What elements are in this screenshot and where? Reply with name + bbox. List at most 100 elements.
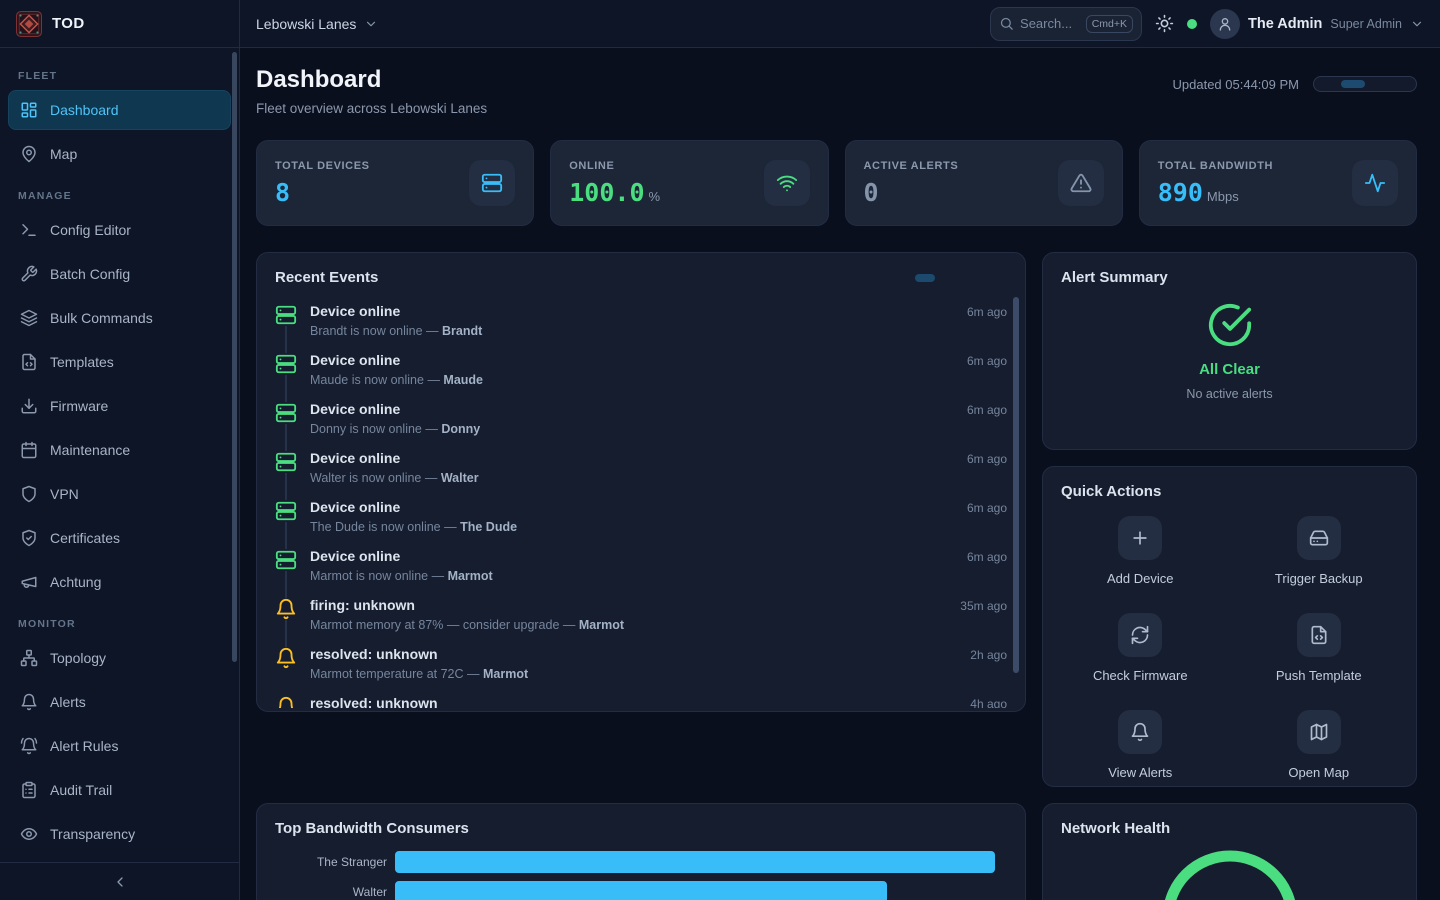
panel-title: Network Health	[1061, 820, 1398, 837]
page-header: Dashboard Fleet overview across Lebowski…	[256, 66, 1417, 116]
quick-action[interactable]: Push Template	[1276, 613, 1362, 683]
bell-icon	[275, 598, 297, 620]
sidebar-item-label: VPN	[50, 486, 79, 502]
quick-action[interactable]: Check Firmware	[1093, 613, 1188, 683]
file-code-icon	[20, 353, 38, 371]
events-tabs	[915, 274, 1007, 282]
sidebar-item[interactable]: Templates	[8, 342, 231, 382]
event-title: Device online	[310, 499, 517, 515]
quick-action-label: Open Map	[1288, 765, 1349, 780]
check-circle-icon	[1207, 302, 1253, 348]
event-row[interactable]: resolved: unknown — 4h ago	[275, 688, 1007, 708]
sidebar-item[interactable]: Alerts	[8, 682, 231, 722]
quick-action[interactable]: Trigger Backup	[1275, 516, 1363, 586]
event-row[interactable]: Device online Maude is now online — Maud…	[275, 345, 1007, 394]
event-row[interactable]: firing: unknown Marmot memory at 87% — c…	[275, 590, 1007, 639]
sidebar-item[interactable]: Transparency	[8, 814, 231, 854]
event-time: 35m ago	[960, 597, 1007, 613]
alert-triangle-icon	[1058, 160, 1104, 206]
sidebar-collapse-button[interactable]	[0, 862, 239, 900]
clipboard-icon	[20, 781, 38, 799]
sidebar-item-label: Maintenance	[50, 442, 130, 458]
stat-card: TOTAL BANDWIDTH 890 Mbps	[1139, 140, 1417, 226]
sidebar-item[interactable]: Certificates	[8, 518, 231, 558]
sidebar-section-label: FLEET	[18, 70, 221, 82]
refresh-option[interactable]	[1389, 80, 1413, 88]
brand-name: TOD	[52, 15, 85, 32]
event-device: Marmot	[483, 667, 528, 681]
sidebar-item[interactable]: Config Editor	[8, 210, 231, 250]
refresh-option[interactable]	[1365, 80, 1389, 88]
map-icon	[1297, 710, 1341, 754]
event-time: 2h ago	[970, 646, 1007, 662]
quick-action-label: Trigger Backup	[1275, 571, 1363, 586]
fleet-selector[interactable]: Lebowski Lanes	[256, 16, 378, 32]
events-tab[interactable]	[939, 274, 959, 282]
event-title: firing: unknown	[310, 597, 624, 613]
event-row[interactable]: Device online Brandt is now online — Bra…	[275, 296, 1007, 345]
refresh-option[interactable]	[1317, 80, 1341, 88]
user-menu[interactable]: The Admin Super Admin	[1210, 9, 1424, 39]
hard-drive-icon	[1297, 516, 1341, 560]
bandwidth-category-label: The Stranger	[275, 855, 387, 869]
megaphone-icon	[20, 573, 38, 591]
bandwidth-bar-track	[395, 881, 1007, 900]
shield-check-icon	[20, 529, 38, 547]
event-row[interactable]: Device online The Dude is now online — T…	[275, 492, 1007, 541]
server-icon	[275, 353, 297, 375]
quick-action[interactable]: Open Map	[1288, 710, 1349, 780]
sidebar-item-label: Bulk Commands	[50, 310, 153, 326]
events-scrollbar[interactable]	[1013, 297, 1019, 673]
bandwidth-bar	[395, 881, 887, 900]
network-icon	[20, 649, 38, 667]
refresh-option[interactable]	[1341, 80, 1365, 88]
shield-icon	[20, 485, 38, 503]
panel-title: Quick Actions	[1061, 483, 1398, 500]
sidebar-item[interactable]: Batch Config	[8, 254, 231, 294]
event-detail: Brandt is now online — Brandt	[310, 324, 482, 338]
sidebar-item[interactable]: Bulk Commands	[8, 298, 231, 338]
sidebar-item-label: Transparency	[50, 826, 135, 842]
search-input[interactable]	[1020, 16, 1080, 31]
refresh-icon	[1118, 613, 1162, 657]
event-title: Device online	[310, 352, 483, 368]
sidebar-item[interactable]: Dashboard	[8, 90, 231, 130]
quick-action-label: Add Device	[1107, 571, 1173, 586]
stat-value: 890	[1158, 178, 1203, 207]
event-row[interactable]: Device online Donny is now online — Donn…	[275, 394, 1007, 443]
event-row[interactable]: resolved: unknown Marmot temperature at …	[275, 639, 1007, 688]
sidebar-item[interactable]: Alert Rules	[8, 726, 231, 766]
sidebar-scrollbar[interactable]	[232, 52, 237, 662]
sidebar-item-label: Achtung	[50, 574, 101, 590]
events-tab[interactable]	[963, 274, 983, 282]
dashboard-icon	[20, 101, 38, 119]
event-device: Brandt	[442, 324, 482, 338]
sidebar-item[interactable]: VPN	[8, 474, 231, 514]
event-detail: Marmot temperature at 72C — Marmot	[310, 667, 528, 681]
events-tab[interactable]	[987, 274, 1007, 282]
recent-events-panel: Recent Events Device online Brandt is no…	[256, 252, 1026, 712]
sidebar-items: Topology Alerts Alert Rules Audit Trail	[8, 638, 231, 854]
sidebar-item[interactable]: Topology	[8, 638, 231, 678]
events-tab[interactable]	[915, 274, 935, 282]
calendar-icon	[20, 441, 38, 459]
event-title: Device online	[310, 548, 493, 564]
sidebar-item[interactable]: Firmware	[8, 386, 231, 426]
sidebar-item[interactable]: Maintenance	[8, 430, 231, 470]
sidebar-item[interactable]: Achtung	[8, 562, 231, 602]
chevron-left-icon	[112, 874, 128, 890]
sidebar-item[interactable]: Map	[8, 134, 231, 174]
panel-title: Alert Summary	[1061, 269, 1398, 286]
quick-action[interactable]: View Alerts	[1108, 710, 1172, 780]
theme-toggle-button[interactable]	[1155, 14, 1174, 33]
stat-label: TOTAL DEVICES	[275, 160, 370, 172]
search-box[interactable]: Cmd+K	[990, 7, 1142, 41]
event-row[interactable]: Device online Marmot is now online — Mar…	[275, 541, 1007, 590]
quick-action[interactable]: Add Device	[1107, 516, 1173, 586]
sidebar: FLEET Dashboard Map MANAGE	[0, 48, 240, 900]
event-device: Marmot	[579, 618, 624, 632]
sidebar-item-label: Dashboard	[50, 102, 119, 118]
sidebar-item[interactable]: Audit Trail	[8, 770, 231, 810]
sidebar-item-label: Config Editor	[50, 222, 131, 238]
event-row[interactable]: Device online Walter is now online — Wal…	[275, 443, 1007, 492]
